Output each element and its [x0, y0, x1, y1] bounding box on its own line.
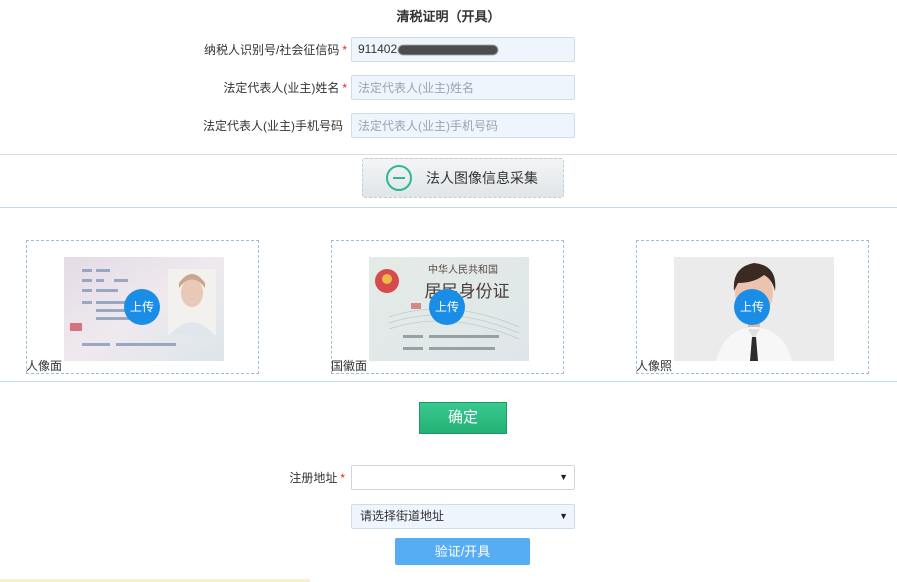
dropdown-arrow-icon: ▼ [559, 472, 568, 482]
tax-id-label-wrap: 纳税人识别号/社会征信码 * [204, 37, 347, 63]
tax-id-row: 纳税人识别号/社会征信码 * 911402 [0, 37, 575, 63]
confirm-button[interactable]: 确定 [419, 402, 507, 434]
upload-caption-back: 国徽面 [331, 359, 368, 373]
collect-image-label: 法人图像信息采集 [426, 170, 538, 186]
upload-caption-portrait: 人像照 [636, 359, 673, 373]
required-mark: * [342, 81, 347, 95]
divider [0, 207, 897, 208]
address-label: 注册地址 [289, 471, 338, 485]
tax-id-value: 911402 [358, 42, 398, 56]
address-row: 注册地址 * ▼ [0, 465, 575, 491]
upload-badge-portrait[interactable]: 上传 [734, 289, 770, 325]
upload-badge-front[interactable]: 上传 [124, 289, 160, 325]
tax-id-input[interactable]: 911402 [351, 37, 575, 62]
street-select-value: 请选择街道地址 [360, 509, 445, 523]
legal-name-label: 法定代表人(业主)姓名 [223, 81, 340, 95]
address-label-wrap: 注册地址 * [289, 465, 345, 491]
dropdown-arrow-icon: ▼ [559, 511, 568, 521]
required-mark: * [342, 43, 347, 57]
legal-phone-label-wrap: 法定代表人(业主)手机号码 [203, 113, 343, 139]
upload-caption-front: 人像面 [26, 359, 63, 373]
legal-phone-input[interactable] [351, 113, 575, 138]
divider [0, 154, 897, 155]
required-mark: * [340, 471, 345, 485]
upload-badge-back[interactable]: 上传 [429, 289, 465, 325]
page-title: 清税证明（开具） [396, 9, 501, 24]
masked-value [398, 45, 498, 55]
minus-circle-icon [386, 165, 412, 191]
collect-image-button[interactable]: 法人图像信息采集 [362, 158, 564, 198]
id-back-heading: 中华人民共和国 [428, 263, 498, 276]
tax-id-label: 纳税人识别号/社会征信码 [203, 43, 340, 57]
upload-id-front[interactable]: 上传 人像面 [26, 240, 259, 374]
legal-phone-row: 法定代表人(业主)手机号码 [0, 113, 575, 139]
legal-phone-label: 法定代表人(业主)手机号码 [203, 119, 343, 133]
legal-name-row: 法定代表人(业主)姓名 * [0, 75, 575, 101]
district-select[interactable]: ▼ [351, 465, 575, 490]
street-select[interactable]: 请选择街道地址 ▼ [351, 504, 575, 529]
divider [0, 381, 897, 382]
legal-name-label-wrap: 法定代表人(业主)姓名 * [223, 75, 347, 101]
legal-name-input[interactable] [351, 75, 575, 100]
upload-id-back[interactable]: 中华人民共和国 居民身份证 上传 国徽面 [331, 240, 564, 374]
verify-issue-button[interactable]: 验证/开具 [395, 538, 530, 565]
upload-portrait[interactable]: 上传 人像照 [636, 240, 869, 374]
